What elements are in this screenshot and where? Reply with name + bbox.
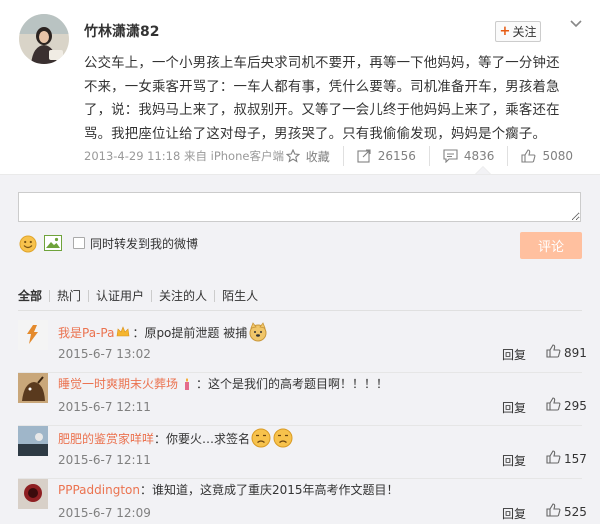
crown-badge-icon xyxy=(116,325,130,339)
comment-like-count: 295 xyxy=(564,398,587,413)
filter-tab-following[interactable]: 关注的人 xyxy=(151,290,214,302)
comment-item: 肥肥的鉴赏家咩咩 ：你要火…求签名 2015-6-7 12:11 回复 157 xyxy=(18,426,587,486)
comment-text: ：这个是我们的高考题目啊！！！！ xyxy=(196,377,389,391)
thumbs-up-icon xyxy=(546,344,561,361)
doge-emoji-icon xyxy=(248,322,268,342)
comment-section: 同时转发到我的微博 评论 全部 热门 认证用户 关注的人 陌生人 我是Pa-Pa… xyxy=(0,174,600,524)
commenter-avatar[interactable] xyxy=(18,320,48,350)
comment-timestamp: 2015-6-7 12:09 xyxy=(58,506,151,520)
follow-label: 关注 xyxy=(512,25,537,39)
emoji-icon[interactable] xyxy=(19,235,37,253)
sad-emoji-icon xyxy=(273,428,293,448)
chevron-down-icon[interactable] xyxy=(569,18,583,30)
comment-item: 我是Pa-Pa ：原po提前泄题 被捕 2015-6-7 13:02 回复 89… xyxy=(18,320,587,380)
like-button[interactable]: 5080 xyxy=(507,146,586,166)
filter-tab-hot[interactable]: 热门 xyxy=(49,290,88,302)
comment-like-count: 157 xyxy=(564,451,587,466)
star-icon xyxy=(285,149,300,163)
reply-button[interactable]: 回复 xyxy=(502,452,526,469)
submit-comment-button[interactable]: 评论 xyxy=(520,232,582,259)
comment-line: 肥肥的鉴赏家咩咩 ：你要火…求签名 xyxy=(58,428,294,448)
thumbs-up-icon xyxy=(546,503,561,520)
comment-timestamp: 2015-6-7 12:11 xyxy=(58,400,151,414)
reply-button[interactable]: 回复 xyxy=(502,346,526,363)
filter-tab-strangers[interactable]: 陌生人 xyxy=(214,290,265,302)
commenter-name[interactable]: 睡觉一时爽期末火葬场 xyxy=(58,375,178,392)
comment-text: ：谁知道，这竟成了重庆2015年高考作文题目！ xyxy=(139,483,399,497)
forward-button[interactable]: 26156 xyxy=(342,146,429,166)
post-body: 公交车上，一个小男孩上车后央求司机不要开，再等一下他妈妈，等了一分钟还 不来，一… xyxy=(84,52,576,146)
comment-icon xyxy=(443,149,458,163)
sad-emoji-icon xyxy=(251,428,271,448)
commenter-avatar[interactable] xyxy=(18,426,48,456)
comment-line: 睡觉一时爽期末火葬场 ：这个是我们的高考题目啊！！！！ xyxy=(58,375,388,392)
reply-button[interactable]: 回复 xyxy=(502,505,526,522)
comment-like-button[interactable]: 157 xyxy=(546,450,587,467)
commenter-avatar[interactable] xyxy=(18,373,48,403)
commenter-name[interactable]: 肥肥的鉴赏家咩咩 xyxy=(58,430,154,447)
post-body-line: 公交车上，一个小男孩上车后央求司机不要开，再等一下他妈妈，等了一分钟还 xyxy=(84,56,560,71)
like-count: 5080 xyxy=(542,149,573,163)
post-body-line: 不来，一女乘客开骂了：一车人都有事，凭什么要等。司机准备开车，男孩着急 xyxy=(84,79,560,95)
comment-filter-tabs: 全部 热门 认证用户 关注的人 陌生人 xyxy=(18,290,265,302)
comment-count: 4836 xyxy=(463,149,495,163)
follow-button[interactable]: + 关注 xyxy=(495,21,541,42)
forward-icon xyxy=(357,149,372,163)
post-body-line: 骂。我把座位让给了这对母子，男孩哭了。只有我偷偷发现，妈妈是个瘸子。 xyxy=(84,126,547,142)
filter-tab-all[interactable]: 全部 xyxy=(18,290,49,302)
plus-icon: + xyxy=(499,24,511,39)
forward-checkbox-label[interactable]: 同时转发到我的微博 xyxy=(90,235,198,252)
comment-like-count: 891 xyxy=(564,345,587,360)
picture-icon[interactable] xyxy=(44,235,62,251)
comment-like-button[interactable]: 891 xyxy=(546,344,587,361)
commenter-name[interactable]: PPPaddington xyxy=(58,483,140,497)
forward-count: 26156 xyxy=(377,149,416,163)
comment-item: PPPaddington ：谁知道，这竟成了重庆2015年高考作文题目！ 201… xyxy=(18,479,587,524)
comment-like-button[interactable]: 295 xyxy=(546,397,587,414)
author-avatar[interactable] xyxy=(19,14,69,64)
comment-line: PPPaddington ：谁知道，这竟成了重庆2015年高考作文题目！ xyxy=(58,481,399,498)
comment-timestamp: 2015-6-7 13:02 xyxy=(58,347,151,361)
thumbs-up-icon xyxy=(546,450,561,467)
weibo-post: 竹林潇潇82 + 关注 公交车上，一个小男孩上车后央求司机不要开，再等一下他妈妈… xyxy=(0,0,600,174)
thumbs-up-icon xyxy=(521,149,536,163)
thumbs-up-icon xyxy=(546,397,561,414)
comment-text: ：你要火…求签名 xyxy=(154,431,251,446)
favorite-button[interactable]: 收藏 xyxy=(273,146,343,166)
favorite-label: 收藏 xyxy=(305,149,330,164)
comment-line: 我是Pa-Pa ：原po提前泄题 被捕 xyxy=(58,322,269,342)
post-body-line: 了，说：我妈马上来了，叔叔别开。又等了一会儿终于他妈妈上来了，乘客还在 xyxy=(84,103,560,118)
post-meta: 2013-4-29 11:18 来自 iPhone客户端 xyxy=(84,148,284,164)
comment-timestamp: 2015-6-7 12:11 xyxy=(58,453,151,467)
comment-text: ：原po提前泄题 被捕 xyxy=(132,325,248,340)
forward-checkbox[interactable] xyxy=(73,237,85,249)
comment-like-count: 525 xyxy=(564,504,587,519)
comment-input[interactable] xyxy=(18,192,581,222)
reply-button[interactable]: 回复 xyxy=(502,399,526,416)
comment-pointer-arrow xyxy=(475,166,491,174)
divider xyxy=(18,310,582,311)
candle-badge-icon xyxy=(180,377,194,391)
commenter-name[interactable]: 我是Pa-Pa xyxy=(58,324,114,341)
post-source[interactable]: 来自 iPhone客户端 xyxy=(184,149,284,163)
author-name[interactable]: 竹林潇潇82 xyxy=(84,21,159,41)
filter-tab-verified[interactable]: 认证用户 xyxy=(88,290,151,302)
comment-button[interactable]: 4836 xyxy=(428,146,508,166)
post-actions: 收藏 26156 4836 5080 xyxy=(273,146,586,166)
commenter-avatar[interactable] xyxy=(18,479,48,509)
post-timestamp[interactable]: 2013-4-29 11:18 xyxy=(84,149,180,163)
comment-item: 睡觉一时爽期末火葬场 ：这个是我们的高考题目啊！！！！ 2015-6-7 12:… xyxy=(18,373,587,433)
comment-like-button[interactable]: 525 xyxy=(546,503,587,520)
